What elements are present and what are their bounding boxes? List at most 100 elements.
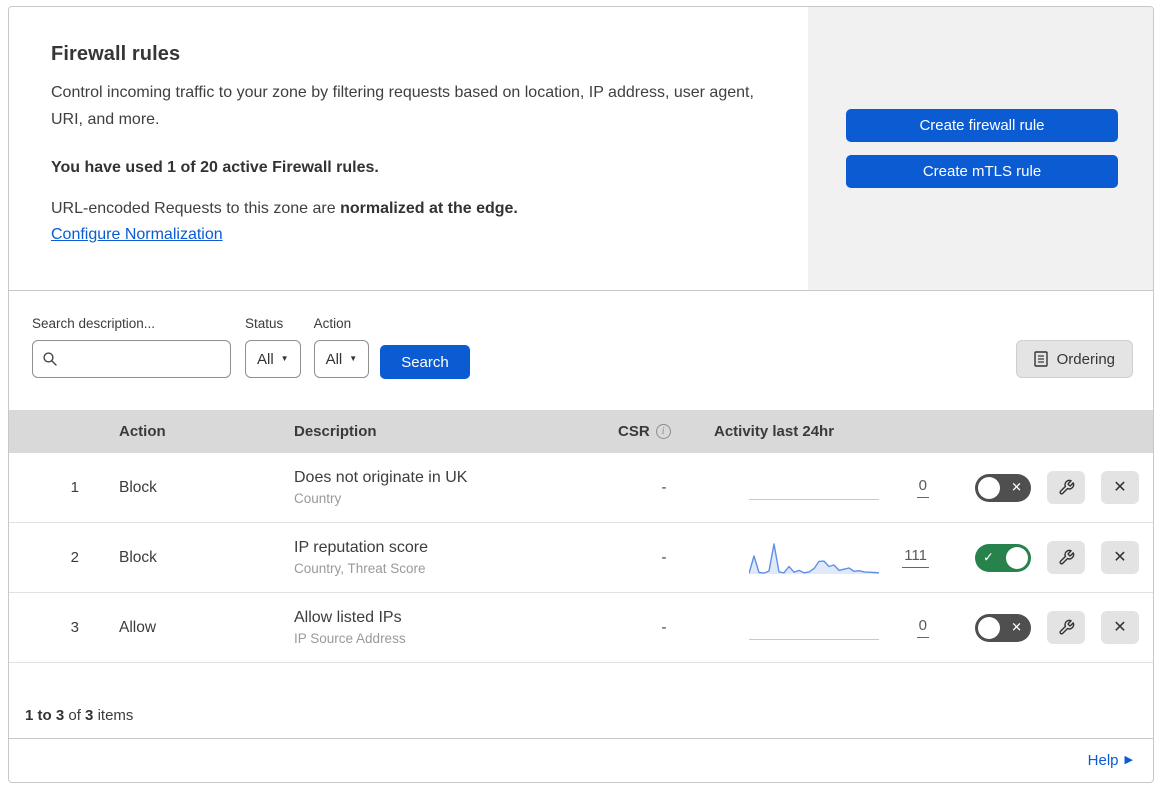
- help-link[interactable]: Help ▶: [1088, 752, 1133, 769]
- toggle-knob: [978, 476, 1000, 499]
- pagination-summary: 1 to 3 of 3 items: [9, 663, 1153, 738]
- rule-description-cell: IP reputation score Country, Threat Scor…: [294, 539, 614, 576]
- items-suffix: items: [97, 707, 134, 724]
- activity-flatline: [749, 611, 879, 645]
- activity-sparkline: [749, 541, 879, 575]
- column-action: Action: [119, 423, 166, 440]
- rule-enabled-toggle[interactable]: ✓: [975, 543, 1031, 572]
- rule-enabled-toggle[interactable]: ✕: [975, 473, 1031, 502]
- activity-count-link[interactable]: 0: [916, 477, 929, 498]
- search-input-wrapper: [32, 340, 231, 378]
- rule-controls: ✕ ✕: [929, 611, 1153, 644]
- rule-description-cell: Does not originate in UK Country: [294, 469, 614, 506]
- ordering-button[interactable]: Ordering: [1015, 340, 1133, 378]
- rule-fields: IP Source Address: [294, 631, 406, 646]
- rule-description: Does not originate in UK: [294, 469, 468, 486]
- action-filter-group: Action All ▼: [313, 316, 370, 378]
- rule-description: Allow listed IPs: [294, 609, 402, 626]
- create-firewall-rule-button[interactable]: Create firewall rule: [846, 109, 1118, 142]
- search-input[interactable]: [58, 349, 221, 369]
- toggle-check-icon: ✓: [983, 549, 994, 565]
- edit-rule-button[interactable]: [1047, 471, 1085, 504]
- status-dropdown[interactable]: All ▼: [245, 340, 301, 378]
- rule-priority: 3: [70, 619, 79, 636]
- rule-controls: ✕ ✕: [929, 471, 1153, 504]
- rule-fields: Country, Threat Score: [294, 561, 426, 576]
- normalization-note-bold: normalized at the edge.: [340, 200, 518, 217]
- help-bar: Help ▶: [9, 738, 1153, 782]
- search-icon: [42, 351, 58, 367]
- header-text-panel: Firewall rules Control incoming traffic …: [9, 7, 808, 290]
- rule-csr-value: -: [661, 479, 667, 496]
- search-label: Search description...: [32, 316, 156, 331]
- edit-rule-button[interactable]: [1047, 611, 1085, 644]
- action-dropdown[interactable]: All ▼: [313, 340, 370, 378]
- rule-priority: 2: [70, 549, 79, 566]
- close-icon: ✕: [1113, 478, 1127, 496]
- wrench-icon: [1058, 549, 1075, 566]
- ordering-button-label: Ordering: [1056, 350, 1115, 368]
- header-section: Firewall rules Control incoming traffic …: [9, 7, 1153, 291]
- info-icon[interactable]: i: [655, 424, 671, 439]
- rule-activity-cell: 111: [714, 541, 929, 575]
- header-actions-panel: Create firewall rule Create mTLS rule: [808, 7, 1153, 290]
- chevron-down-icon: ▼: [280, 354, 289, 363]
- search-group: Search description...: [32, 316, 231, 378]
- arrow-right-icon: ▶: [1124, 754, 1133, 766]
- delete-rule-button[interactable]: ✕: [1101, 611, 1139, 644]
- create-mtls-rule-button[interactable]: Create mTLS rule: [846, 155, 1118, 188]
- rule-activity-cell: 0: [714, 611, 929, 645]
- toggle-knob: [978, 616, 1000, 639]
- status-filter-group: Status All ▼: [245, 316, 301, 378]
- toggle-x-icon: ✕: [1011, 479, 1022, 495]
- edit-rule-button[interactable]: [1047, 541, 1085, 574]
- rule-priority: 1: [70, 479, 79, 496]
- close-icon: ✕: [1113, 618, 1127, 636]
- page-title: Firewall rules: [51, 43, 181, 65]
- status-dropdown-value: All: [257, 350, 274, 368]
- firewall-rules-page: Firewall rules Control incoming traffic …: [8, 6, 1154, 783]
- toggle-knob: [1006, 546, 1028, 569]
- items-range: 1 to 3: [25, 707, 65, 724]
- delete-rule-button[interactable]: ✕: [1101, 541, 1139, 574]
- help-link-label: Help: [1087, 752, 1119, 769]
- toggle-x-icon: ✕: [1011, 619, 1022, 635]
- status-label: Status: [245, 316, 284, 331]
- column-activity: Activity last 24hr: [714, 423, 835, 440]
- activity-count-link[interactable]: 0: [916, 617, 929, 638]
- table-row: 2 Block IP reputation score Country, Thr…: [9, 523, 1153, 593]
- table-row: 3 Allow Allow listed IPs IP Source Addre…: [9, 593, 1153, 663]
- rule-action: Block: [119, 478, 157, 496]
- rule-enabled-toggle[interactable]: ✕: [975, 613, 1031, 642]
- search-button[interactable]: Search: [380, 345, 470, 379]
- items-of: of: [68, 707, 81, 724]
- rule-description-cell: Allow listed IPs IP Source Address: [294, 609, 614, 646]
- list-document-icon: [1033, 351, 1048, 367]
- rule-action: Allow: [119, 618, 157, 636]
- wrench-icon: [1058, 619, 1075, 636]
- configure-normalization-link[interactable]: Configure Normalization: [51, 226, 223, 244]
- column-description: Description: [294, 423, 377, 440]
- chevron-down-icon: ▼: [349, 354, 358, 363]
- rule-csr-value: -: [661, 619, 667, 636]
- rule-description: IP reputation score: [294, 539, 429, 556]
- rule-controls: ✓ ✕: [929, 541, 1153, 574]
- close-icon: ✕: [1113, 548, 1127, 566]
- usage-summary: You have used 1 of 20 active Firewall ru…: [51, 159, 379, 176]
- column-csr-label: CSR: [618, 423, 650, 440]
- rule-fields: Country: [294, 491, 342, 506]
- rule-action: Block: [119, 548, 157, 566]
- normalization-note: URL-encoded Requests to this zone are no…: [51, 200, 778, 218]
- column-csr: CSR i: [614, 423, 714, 440]
- activity-count-link[interactable]: 111: [902, 547, 929, 568]
- action-label: Action: [313, 316, 352, 331]
- normalization-note-text: URL-encoded Requests to this zone are: [51, 200, 341, 217]
- page-description: Control incoming traffic to your zone by…: [51, 84, 754, 128]
- rule-activity-cell: 0: [714, 471, 929, 505]
- items-total: 3: [85, 707, 94, 724]
- table-row: 1 Block Does not originate in UK Country…: [9, 453, 1153, 523]
- activity-flatline: [749, 471, 879, 505]
- filter-bar: Search description... Status All ▼ Actio…: [9, 291, 1153, 410]
- delete-rule-button[interactable]: ✕: [1101, 471, 1139, 504]
- table-header: Action Description CSR i Activity last 2…: [9, 410, 1153, 453]
